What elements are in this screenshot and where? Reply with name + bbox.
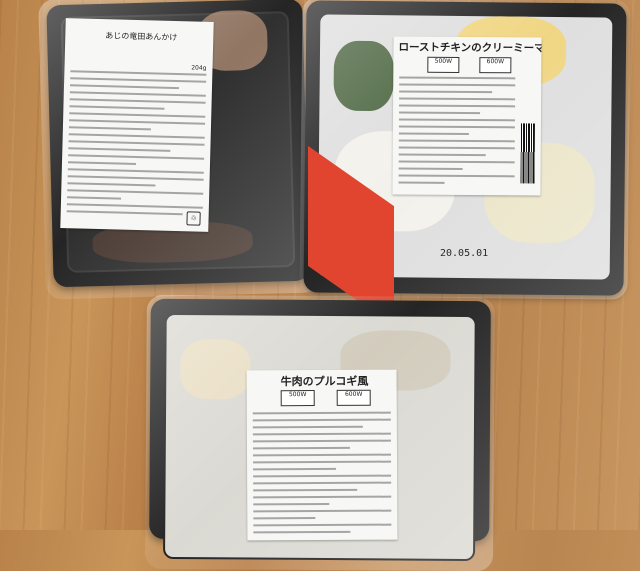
product-label: ローストチキンのクリーミーマヨソース 500W 600W <box>392 36 542 196</box>
microwave-600w: 600W <box>336 389 371 406</box>
microwave-500w: 500W <box>280 390 315 407</box>
microwave-500w: 500W <box>427 56 460 73</box>
product-name: あじの竜田あんかけ <box>105 31 178 43</box>
product-label: 牛肉のプルコギ風 500W 600W <box>246 369 398 541</box>
product-name: 牛肉のプルコギ風 <box>280 374 369 389</box>
barcode <box>520 123 535 184</box>
ingredient-text <box>252 411 392 539</box>
ingredient-text <box>66 70 207 221</box>
product-label: あじの竜田あんかけ 204g ♲ <box>60 18 214 232</box>
recycle-icon: ♲ <box>186 211 201 226</box>
product-weight: 204g <box>191 64 207 72</box>
product-name: ローストチキンのクリーミーマヨソース <box>398 41 542 55</box>
expiry-date: 20.05.01 <box>440 248 489 259</box>
microwave-600w: 600W <box>479 57 512 74</box>
ingredient-text <box>398 76 516 190</box>
